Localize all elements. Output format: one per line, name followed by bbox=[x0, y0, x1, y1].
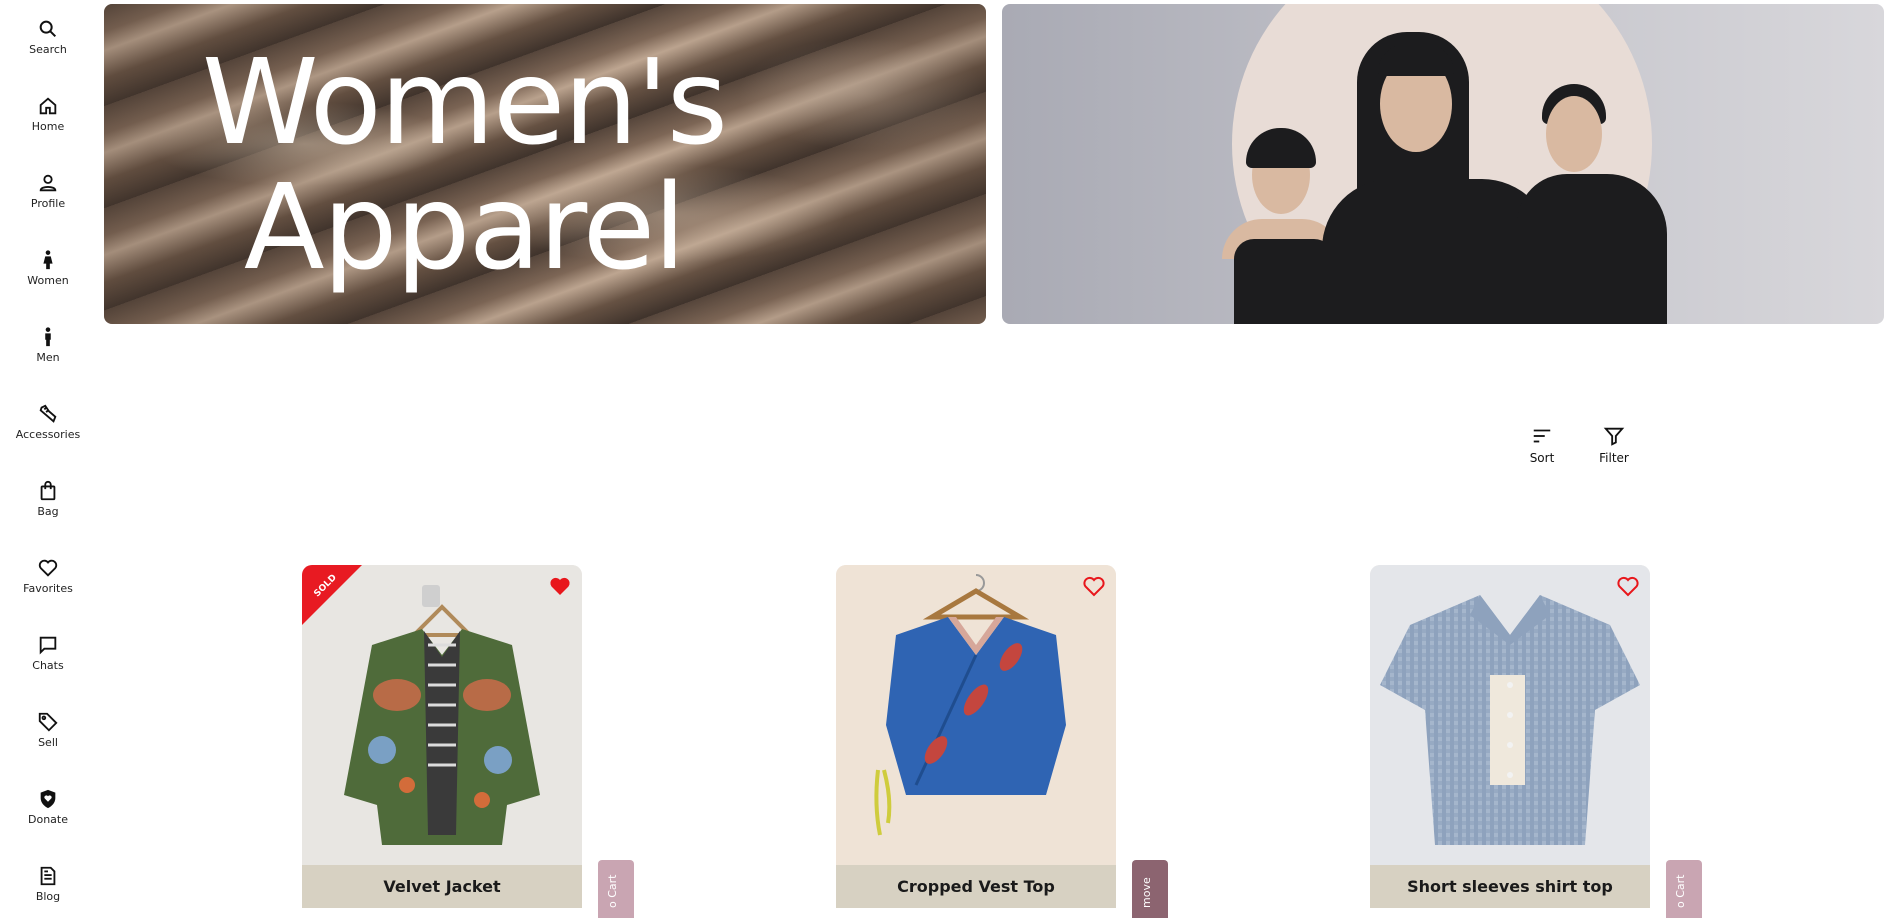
filter-button[interactable]: Filter bbox=[1584, 425, 1644, 465]
search-icon bbox=[39, 20, 57, 38]
product-image[interactable] bbox=[1370, 565, 1650, 865]
favorite-heart-icon[interactable] bbox=[1616, 574, 1640, 598]
sidebar-item-donate[interactable]: Donate bbox=[0, 770, 96, 832]
sidebar-item-label: Search bbox=[29, 43, 67, 56]
shoe-icon bbox=[39, 404, 57, 423]
add-to-cart-label: o Cart bbox=[1674, 874, 1687, 908]
document-icon bbox=[40, 866, 56, 886]
sidebar-item-label: Men bbox=[36, 351, 60, 364]
bag-icon bbox=[40, 480, 56, 501]
sidebar-item-search[interactable]: Search bbox=[0, 0, 96, 62]
sort-icon bbox=[1533, 429, 1551, 443]
add-to-cart-label: o Cart bbox=[606, 874, 619, 908]
product-image[interactable] bbox=[836, 565, 1116, 865]
product-card[interactable]: SOLD Velvet Jacket bbox=[302, 565, 582, 908]
home-icon bbox=[39, 97, 57, 115]
remove-label: move bbox=[1140, 877, 1153, 908]
sidebar-item-label: Sell bbox=[38, 736, 58, 749]
hero-title-line2: Apparel bbox=[243, 158, 686, 296]
person-icon bbox=[39, 174, 57, 192]
sidebar-item-favorites[interactable]: Favorites bbox=[0, 539, 96, 601]
sidebar-item-accessories[interactable]: Accessories bbox=[0, 385, 96, 447]
hero-title: Women's Apparel bbox=[104, 40, 824, 290]
remove-tab[interactable]: move bbox=[1132, 860, 1168, 918]
model-jacket bbox=[1517, 174, 1667, 324]
favorite-heart-icon[interactable] bbox=[1082, 574, 1106, 598]
shield-heart-icon bbox=[40, 789, 56, 809]
sold-ribbon: SOLD bbox=[302, 565, 362, 625]
sidebar-item-label: Bag bbox=[37, 505, 59, 518]
sort-label: Sort bbox=[1529, 451, 1555, 465]
sidebar-item-label: Favorites bbox=[23, 582, 73, 595]
favorite-heart-icon[interactable] bbox=[548, 574, 572, 598]
sidebar-item-sell[interactable]: Sell bbox=[0, 693, 96, 755]
product-title: Velvet Jacket bbox=[302, 865, 582, 908]
sidebar-item-label: Blog bbox=[35, 890, 61, 903]
filter-icon bbox=[1603, 427, 1625, 446]
sidebar-item-men[interactable]: Men bbox=[0, 308, 96, 370]
sidebar-item-label: Profile bbox=[30, 197, 66, 210]
sort-button[interactable]: Sort bbox=[1512, 425, 1572, 465]
model-dress bbox=[1234, 239, 1334, 324]
model-bangs bbox=[1378, 44, 1454, 76]
sidebar-item-women[interactable]: Women bbox=[0, 231, 96, 293]
chat-icon bbox=[39, 636, 57, 655]
add-to-cart-tab[interactable]: o Cart bbox=[598, 860, 634, 918]
sidebar-item-bag[interactable]: Bag bbox=[0, 462, 96, 524]
add-to-cart-tab[interactable]: o Cart bbox=[1666, 860, 1702, 918]
sidebar: Search Home Profile Women Men Accessorie… bbox=[0, 0, 96, 908]
product-card[interactable]: Cropped Vest Top bbox=[836, 565, 1116, 908]
sidebar-item-label: Chats bbox=[32, 659, 64, 672]
product-card[interactable]: Short sleeves shirt top bbox=[1370, 565, 1650, 908]
vest-illustration bbox=[874, 574, 1066, 836]
man-icon bbox=[45, 327, 51, 347]
sidebar-item-label: Donate bbox=[28, 813, 68, 826]
woman-icon bbox=[43, 250, 53, 270]
sidebar-item-label: Women bbox=[27, 274, 69, 287]
sidebar-item-label: Accessories bbox=[15, 428, 81, 441]
hero-banner-image bbox=[1002, 4, 1884, 324]
shirt-illustration bbox=[1380, 595, 1640, 845]
heart-icon bbox=[38, 559, 58, 577]
sidebar-item-profile[interactable]: Profile bbox=[0, 154, 96, 216]
sidebar-item-home[interactable]: Home bbox=[0, 77, 96, 139]
sidebar-item-chats[interactable]: Chats bbox=[0, 616, 96, 678]
model-head bbox=[1546, 96, 1602, 172]
sidebar-item-label: Home bbox=[31, 120, 65, 133]
product-title: Short sleeves shirt top bbox=[1370, 865, 1650, 908]
tag-icon bbox=[38, 712, 58, 732]
product-title: Cropped Vest Top bbox=[836, 865, 1116, 908]
sidebar-item-blog[interactable]: Blog bbox=[0, 847, 96, 909]
filter-label: Filter bbox=[1599, 451, 1629, 465]
hero-title-line1: Women's bbox=[201, 33, 728, 171]
hero-banner-title: Women's Apparel bbox=[104, 4, 986, 324]
